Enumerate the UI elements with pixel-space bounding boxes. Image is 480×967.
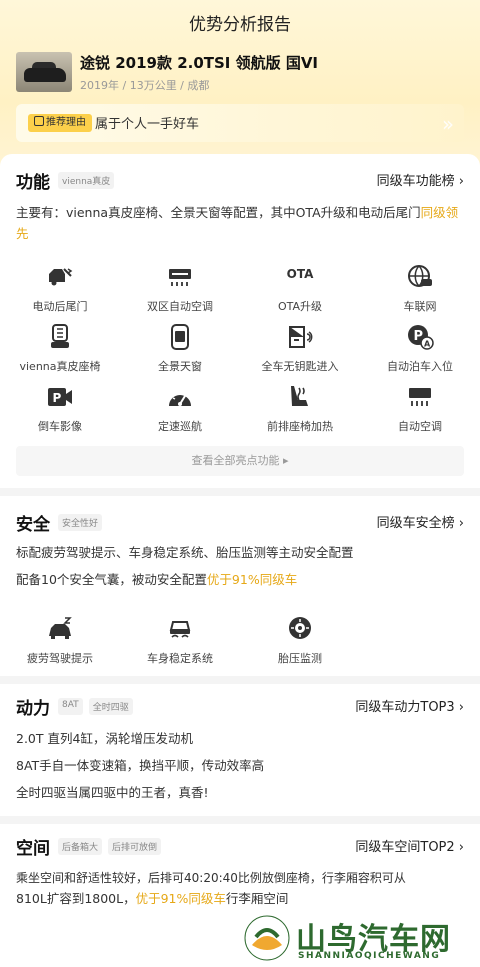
feature-item[interactable]: PA 自动泊车入位 [360,324,480,384]
section-title: 功能 [16,173,50,193]
site-logo-icon [244,915,290,961]
auto-ac-icon [409,388,431,406]
power-section: 动力 8AT 全时四驱 同级车动力TOP3 › 2.0T 直列4缸，涡轮增压发动… [0,684,480,816]
sunroof-icon [171,324,189,350]
svg-text:A: A [424,340,431,349]
tailgate-icon [49,268,73,286]
feature-item[interactable]: OTA OTA升级 [240,264,360,324]
thumbs-up-icon [34,116,44,126]
feature-item[interactable]: 定速巡航 [120,384,240,444]
divider [0,488,480,496]
keyless-entry-icon [289,326,313,348]
chevron-decor-icon: ›› [442,112,454,136]
features-header: 功能 vienna真皮 同级车功能榜 › [16,168,464,193]
tire-pressure-icon [289,617,311,639]
power-line-1: 2.0T 直列4缸，涡轮增压发动机 [16,731,193,746]
power-line-2: 8AT手自一体变速箱，换挡平顺，传动效率高 [16,758,265,773]
features-grid: 电动后尾门 双区自动空调 OTA OTA升级 车联网 vienna真皮座椅 全景… [0,264,480,444]
svg-text:P: P [53,391,62,405]
dual-ac-icon [169,269,191,286]
car-name: 途锐 2019款 2.0TSI 领航版 国VI [80,54,319,72]
safety-grid: 疲劳驾驶提示 车身稳定系统 胎压监测 [0,616,480,676]
grid-empty-cell [360,616,480,676]
features-section: 功能 vienna真皮 同级车功能榜 › 主要有：vienna真皮座椅、全景天窗… [0,154,480,488]
features-desc: 主要有：vienna真皮座椅、全景天窗等配置，其中OTA升级和电动后尾门同级领先 [16,205,459,241]
safety-item[interactable]: 胎压监测 [240,616,360,676]
car-thumbnail [16,52,72,92]
space-line-1: 乘坐空间和舒适性较好，后排可40:20:40比例放倒座椅，行李厢容积可从 [16,871,406,885]
space-header: 空间 后备箱大 后排可放倒 同级车空间TOP2 › [16,834,464,859]
section-tag: 8AT [58,698,83,715]
section-tag: 安全性好 [58,514,103,531]
section-tag: vienna真皮 [58,172,115,189]
safety-header: 安全 安全性好 同级车安全榜 › [16,510,464,535]
view-all-features-button[interactable]: 查看全部亮点功能 ▸ [16,446,464,476]
feature-item[interactable]: 车联网 [360,264,480,324]
safety-line-2: 配备10个安全气囊，被动安全配置优于91%同级车 [16,572,298,587]
power-rank-link[interactable]: 同级车动力TOP3 › [355,696,464,715]
feature-item[interactable]: P 倒车影像 [0,384,120,444]
watermark-en: SHANNIAOQICHEWANG [298,951,441,961]
auto-parking-icon: PA [408,325,434,350]
divider [0,816,480,824]
site-watermark: 山鸟汽车网 SHANNIAOQICHEWANG [244,913,474,965]
space-line-2: 810L扩容到1800L，优于91%同级车行李厢空间 [16,891,289,906]
ota-icon: OTA [286,267,314,281]
power-header: 动力 8AT 全时四驱 同级车动力TOP3 › [16,694,464,719]
feature-item[interactable]: 电动后尾门 [0,264,120,324]
car-summary[interactable]: 途锐 2019款 2.0TSI 领航版 国VI 2019年 / 13万公里 / … [16,50,464,94]
power-line-3: 全时四驱当属四驱中的王者，真香! [16,785,209,800]
section-tag: 后排可放倒 [108,838,162,855]
safety-item[interactable]: 车身稳定系统 [120,616,240,676]
leather-seat-icon [51,324,69,348]
section-title: 动力 [16,699,50,719]
divider [0,676,480,684]
car-meta: 2019年 / 13万公里 / 成都 [80,79,210,92]
feature-item[interactable]: vienna真皮座椅 [0,324,120,384]
fatigue-alert-icon [49,617,72,639]
recommend-text: 属于个人一手好车 [95,117,200,132]
recommend-tag: 推荐理由 [28,114,92,132]
section-title: 空间 [16,839,50,859]
feature-item[interactable]: 全景天窗 [120,324,240,384]
feature-item[interactable]: 双区自动空调 [120,264,240,324]
feature-item[interactable]: 全车无钥匙进入 [240,324,360,384]
connected-car-icon [408,265,432,287]
report-header: 优势分析报告 途锐 2019款 2.0TSI 领航版 国VI 2019年 / 1… [0,0,480,170]
rear-camera-icon: P [48,388,72,406]
feature-item[interactable]: 自动空调 [360,384,480,444]
section-tag: 后备箱大 [58,838,103,855]
page-title: 优势分析报告 [189,15,291,35]
safety-item[interactable]: 疲劳驾驶提示 [0,616,120,676]
stability-control-icon [169,621,191,638]
features-rank-link[interactable]: 同级车功能榜 › [377,170,464,189]
space-rank-link[interactable]: 同级车空间TOP2 › [355,836,464,855]
section-tag: 全时四驱 [88,698,133,715]
feature-item[interactable]: 前排座椅加热 [240,384,360,444]
safety-rank-link[interactable]: 同级车安全榜 › [377,512,464,531]
cruise-control-icon [169,390,191,406]
recommend-reason: 推荐理由 属于个人一手好车 ›› [16,104,464,142]
section-title: 安全 [16,515,50,535]
safety-line-1: 标配疲劳驾驶提示、车身稳定系统、胎压监测等主动安全配置 [16,545,354,560]
safety-section: 安全 安全性好 同级车安全榜 › 标配疲劳驾驶提示、车身稳定系统、胎压监测等主动… [0,496,480,676]
seat-heating-icon [291,386,308,406]
